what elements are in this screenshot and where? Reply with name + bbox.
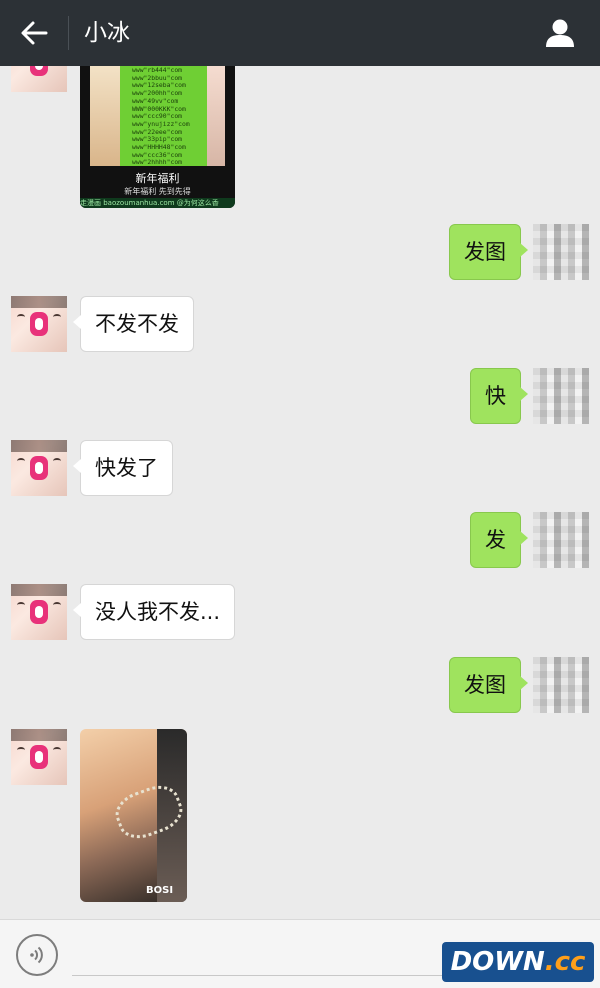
poster-subcaption: 新年福利 先到先得: [124, 187, 191, 196]
message-list[interactable]: www"rb444"com www"2bbuu"com www"12seba"c…: [0, 66, 600, 919]
image-message-poster[interactable]: www"rb444"com www"2bbuu"com www"12seba"c…: [80, 66, 235, 208]
message-bubble-outgoing[interactable]: 发: [470, 512, 528, 568]
avatar-xiaobing[interactable]: [11, 296, 67, 352]
message-bubble-incoming[interactable]: 快发了: [73, 440, 173, 496]
message-bubble-outgoing[interactable]: 发图: [449, 657, 528, 713]
back-button[interactable]: [14, 14, 54, 52]
back-arrow-icon: [21, 21, 48, 45]
voice-button[interactable]: [16, 934, 58, 976]
chat-info-button[interactable]: [540, 14, 580, 52]
avatar-xiaobing[interactable]: [11, 66, 67, 92]
avatar-me[interactable]: [533, 224, 589, 280]
person-icon: [546, 19, 574, 47]
watermark-text-down: DOWN: [450, 947, 545, 977]
message-bubble-incoming[interactable]: 不发不发: [73, 296, 194, 352]
avatar-me[interactable]: [533, 368, 589, 424]
poster-site-list: www"rb444"com www"2bbuu"com www"12seba"c…: [132, 66, 190, 167]
voice-icon: [30, 946, 43, 964]
poster-footer: 走漫画 baozoumanhua.com @为何这么香: [80, 198, 235, 208]
watermark-text-cc: .cc: [544, 947, 586, 977]
message-bubble-outgoing[interactable]: 快: [470, 368, 528, 424]
message-bubble-outgoing[interactable]: 发图: [449, 224, 528, 280]
site-watermark-logo: DOWN .cc: [442, 942, 594, 982]
message-bubble-incoming[interactable]: 没人我不发...: [72, 584, 236, 640]
top-bar: 小冰: [0, 0, 600, 66]
chat-title: 小冰: [84, 20, 130, 46]
avatar-me[interactable]: [533, 512, 589, 568]
avatar-me[interactable]: [533, 657, 589, 713]
input-bar: DOWN .cc: [0, 919, 600, 988]
avatar-xiaobing[interactable]: [11, 729, 67, 785]
photo-brand-text: BOSI: [146, 885, 174, 896]
poster-caption: 新年福利: [135, 172, 180, 185]
avatar-xiaobing[interactable]: [11, 440, 67, 496]
avatar-xiaobing[interactable]: [11, 584, 67, 640]
header-divider: [68, 16, 69, 50]
image-message-photo[interactable]: BOSI: [80, 729, 187, 902]
